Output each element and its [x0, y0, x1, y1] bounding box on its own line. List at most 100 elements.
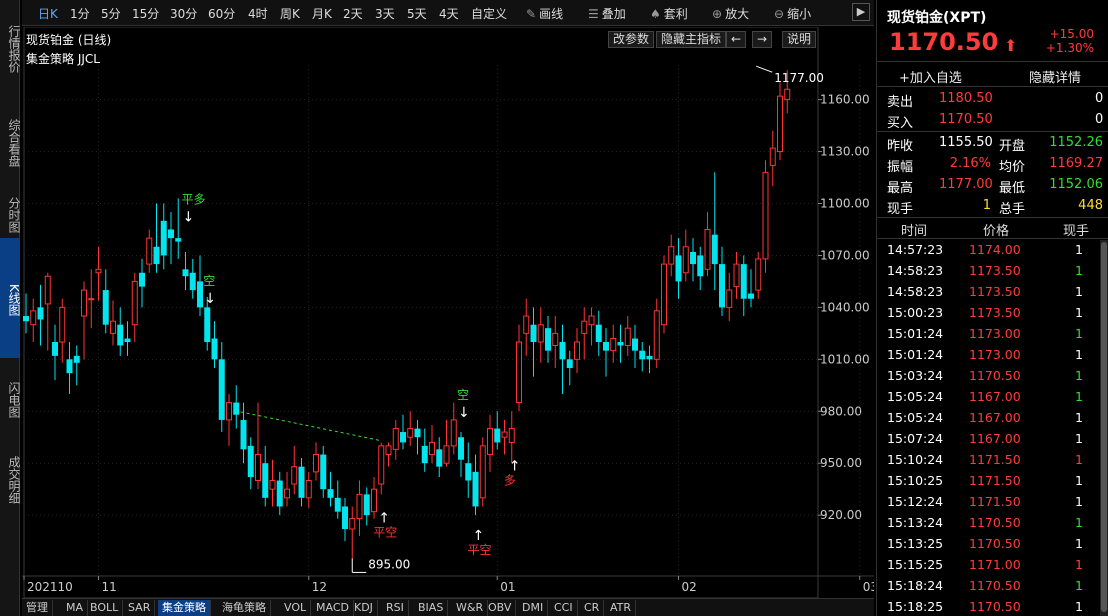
tab-kdj[interactable]: KDJ [350, 600, 378, 616]
candle-body [429, 441, 435, 456]
candle-body [421, 445, 428, 464]
collapse-panel-button[interactable]: ▶ [852, 3, 870, 21]
tick-volume: 1 [1075, 494, 1083, 509]
tab-vol[interactable]: VOL [280, 600, 312, 616]
signal-label: 平空 [373, 525, 397, 539]
period-4h[interactable]: 4时 [248, 5, 268, 22]
tick-price: 1167.00 [969, 431, 1021, 446]
candle-body [450, 419, 457, 447]
vtab-kline[interactable]: K线图 [0, 238, 21, 358]
tick-price: 1170.50 [969, 368, 1021, 383]
scrollbar-thumb[interactable] [1101, 242, 1107, 612]
tab-manage[interactable]: 管理 [22, 600, 53, 616]
candle-body [371, 488, 377, 513]
candle-body [124, 338, 131, 343]
vtab-intraday[interactable]: 分时图 [0, 188, 21, 238]
period-1min[interactable]: 1分 [70, 5, 90, 22]
period-5min[interactable]: 5分 [101, 5, 121, 22]
tab-rsi[interactable]: RSI [382, 600, 409, 616]
stats-row: 最高 1177.00 最低 1152.06 [887, 177, 1103, 196]
vtab-quotes[interactable]: 行情报价 [0, 0, 21, 94]
tick-row: 14:58:23 1173.50 1 [877, 261, 1099, 282]
period-3day[interactable]: 3天 [375, 5, 395, 22]
y-tick-label: 1160.00 [820, 93, 870, 107]
tab-atr[interactable]: ATR [606, 600, 637, 616]
candle-body [661, 263, 667, 326]
period-custom[interactable]: 自定义 [471, 5, 507, 22]
candle-body [624, 327, 631, 346]
period-5day[interactable]: 5天 [407, 5, 427, 22]
period-60min[interactable]: 60分 [208, 5, 235, 22]
tab-sar[interactable]: SAR [124, 600, 156, 616]
edit-params-button[interactable]: 改参数 [608, 31, 655, 48]
draw-line-button[interactable]: ✎ 画线 [526, 5, 563, 22]
tab-bias[interactable]: BIAS [414, 600, 449, 616]
tick-volume: 1 [1075, 347, 1083, 362]
col-volume: 现手 [1063, 224, 1090, 239]
candle-body [501, 431, 508, 438]
add-watchlist-button[interactable]: +加入自选 [899, 67, 962, 86]
candle-body [269, 480, 276, 490]
tick-time: 15:05:24 [887, 389, 944, 404]
tick-row: 15:05:24 1167.00 1 [877, 387, 1099, 408]
period-weekly[interactable]: 周K [280, 5, 300, 22]
candle-body [218, 359, 225, 420]
tab-dmi[interactable]: DMI [518, 600, 549, 616]
candle-body [588, 315, 595, 326]
tab-turtle-strategy[interactable]: 海龟策略 [218, 600, 271, 616]
period-2day[interactable]: 2天 [343, 5, 363, 22]
tick-time: 15:03:24 [887, 368, 944, 383]
tick-time: 15:07:24 [887, 431, 944, 446]
tick-price: 1171.50 [969, 473, 1021, 488]
tick-price: 1173.50 [969, 284, 1021, 299]
period-monthly[interactable]: 月K [312, 5, 332, 22]
pencil-icon: ✎ [526, 7, 537, 21]
vtab-overview[interactable]: 综合看盘 [0, 94, 21, 188]
zoom-out-button[interactable]: ⊖ 缩小 [774, 5, 811, 22]
period-30min[interactable]: 30分 [170, 5, 197, 22]
zoom-in-button[interactable]: ⊕ 放大 [712, 5, 749, 22]
overlay-button[interactable]: ☰ 叠加 [588, 5, 626, 22]
candle-body [233, 402, 240, 415]
bid-row: 买入 1170.50 0 [887, 112, 1104, 131]
candle-body [581, 320, 588, 334]
candle-body [175, 238, 182, 242]
candle-body [81, 289, 87, 317]
hide-main-indicator-button[interactable]: 隐藏主指标 [656, 31, 727, 48]
tick-row: 15:03:24 1170.50 1 [877, 366, 1099, 387]
tick-volume: 1 [1075, 578, 1083, 593]
vtab-trade-detail[interactable]: 成交明细 [0, 438, 21, 518]
candle-body [755, 258, 762, 291]
period-daily[interactable]: 日K [38, 5, 58, 22]
vtab-flash-chart[interactable]: 闪电图 [0, 358, 21, 438]
candlestick-chart[interactable]: 1160.00 1130.00 1100.00 1070.00 1040.00 1010.… [22, 27, 874, 598]
candle-body [632, 338, 638, 351]
help-button[interactable]: 说明 [782, 31, 817, 48]
tab-boll[interactable]: BOLL [86, 600, 124, 616]
period-4day[interactable]: 4天 [439, 5, 459, 22]
money-bag-icon: ♠ [650, 7, 661, 21]
tick-row: 15:01:24 1173.00 1 [877, 324, 1099, 345]
candle-body [298, 466, 305, 498]
candle-body [414, 428, 421, 438]
tab-wr[interactable]: W&R [452, 600, 489, 616]
tab-macd[interactable]: MACD [312, 600, 354, 616]
scroll-left-button[interactable]: ← [726, 31, 747, 48]
candle-body [117, 324, 124, 346]
arbitrage-button[interactable]: ♠ 套利 [650, 5, 688, 22]
candle-body [740, 264, 747, 299]
tab-jijin-strategy[interactable]: 集金策略 [158, 600, 211, 616]
tab-obv[interactable]: OBV [484, 600, 517, 616]
candle-body [247, 445, 254, 478]
scroll-right-button[interactable]: → [752, 31, 773, 48]
tick-row: 15:12:24 1171.50 1 [877, 492, 1099, 513]
tab-ma[interactable]: MA [62, 600, 89, 616]
quote-actions: +加入自选 隐藏详情 [877, 61, 1108, 87]
candle-body [182, 269, 189, 277]
hide-details-button[interactable]: 隐藏详情 [1029, 67, 1081, 86]
tab-cci[interactable]: CCI [550, 600, 578, 616]
kline-chart-area[interactable]: 1160.00 1130.00 1100.00 1070.00 1040.00 1010.… [22, 27, 874, 598]
candle-body [73, 355, 80, 363]
period-15min[interactable]: 15分 [132, 5, 159, 22]
tab-cr[interactable]: CR [580, 600, 605, 616]
